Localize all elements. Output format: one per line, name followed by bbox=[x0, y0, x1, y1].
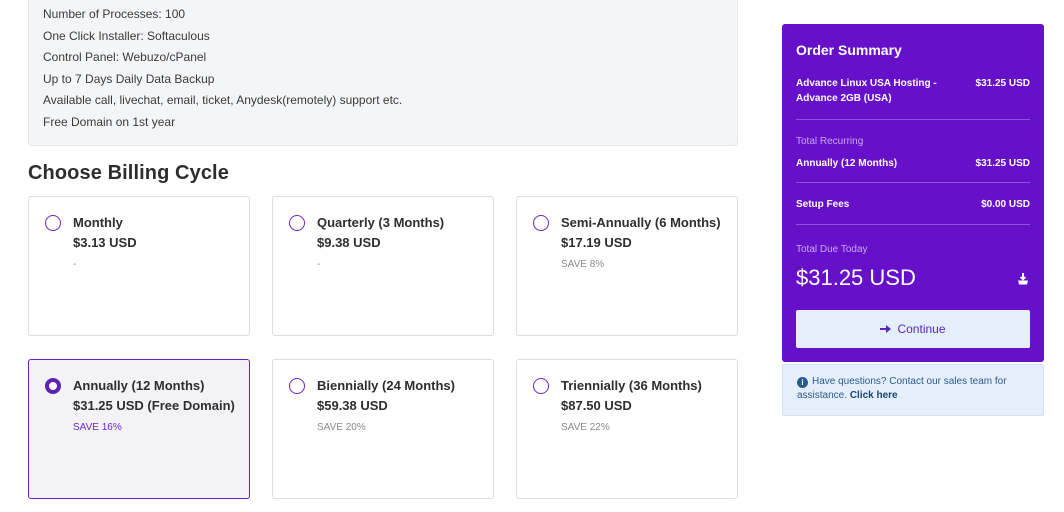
billing-option-price: $3.13 USD bbox=[73, 235, 137, 250]
summary-setup-price: $0.00 USD bbox=[981, 199, 1030, 210]
billing-option-name: Semi-Annually (6 Months) bbox=[561, 215, 721, 230]
help-text: Have questions? Contact our sales team f… bbox=[797, 376, 1007, 401]
summary-due-label: Total Due Today bbox=[796, 244, 868, 255]
billing-option-save: SAVE 16% bbox=[73, 422, 122, 433]
billing-option-name: Quarterly (3 Months) bbox=[317, 215, 445, 230]
help-link[interactable]: Click here bbox=[850, 390, 898, 401]
billing-cycle-title: Choose Billing Cycle bbox=[28, 162, 229, 184]
order-summary-title: Order Summary bbox=[796, 42, 902, 58]
billing-option-price: $87.50 USD bbox=[561, 398, 632, 413]
feature-line: Available call, livechat, email, ticket,… bbox=[43, 93, 403, 107]
order-summary-panel: Order Summary Advance Linux USA Hosting … bbox=[782, 24, 1044, 362]
feature-line: One Click Installer: Softaculous bbox=[43, 28, 210, 43]
summary-due-amount: $31.25 USD bbox=[796, 265, 916, 290]
radio-button[interactable] bbox=[45, 215, 61, 231]
billing-option-price: $59.38 USD bbox=[317, 398, 388, 413]
continue-button[interactable]: Continue bbox=[796, 310, 1030, 348]
billing-option-price: $31.25 USD (Free Domain) bbox=[73, 398, 235, 413]
summary-divider bbox=[796, 119, 1030, 120]
billing-option-name: Monthly bbox=[73, 215, 123, 230]
summary-product-name: Advance Linux USA Hosting - Advance 2GB … bbox=[796, 78, 937, 104]
billing-option-price: $17.19 USD bbox=[561, 235, 632, 250]
radio-button[interactable] bbox=[533, 378, 549, 394]
billing-option-save: SAVE 22% bbox=[561, 422, 610, 433]
billing-option-save: - bbox=[73, 259, 77, 270]
summary-setup-label: Setup Fees bbox=[796, 199, 850, 210]
billing-option-save: SAVE 8% bbox=[561, 259, 605, 270]
continue-button-label: Continue bbox=[897, 322, 946, 336]
sales-help-box: i Have questions? Contact our sales team … bbox=[782, 364, 1044, 416]
billing-option-biennially[interactable]: Biennially (24 Months) $59.38 USD SAVE 2… bbox=[272, 359, 494, 499]
summary-product-price: $31.25 USD bbox=[975, 78, 1030, 89]
radio-button[interactable] bbox=[289, 215, 305, 231]
billing-option-name: Annually (12 Months) bbox=[73, 378, 205, 393]
billing-option-annually[interactable]: Annually (12 Months) $31.25 USD (Free Do… bbox=[28, 359, 250, 499]
billing-option-semi-annually[interactable]: Semi-Annually (6 Months) $17.19 USD SAVE… bbox=[516, 196, 738, 336]
feature-line: Control Panel: Webuzo/cPanel bbox=[43, 50, 207, 64]
billing-option-monthly[interactable]: Monthly $3.13 USD - bbox=[28, 196, 250, 336]
billing-option-save: SAVE 20% bbox=[317, 422, 366, 433]
summary-recurring-cycle: Annually (12 Months) bbox=[796, 158, 898, 169]
billing-option-name: Biennially (24 Months) bbox=[317, 378, 455, 393]
radio-button-selected[interactable] bbox=[45, 378, 61, 394]
summary-recurring-price: $31.25 USD bbox=[975, 158, 1030, 169]
billing-option-quarterly[interactable]: Quarterly (3 Months) $9.38 USD - bbox=[272, 196, 494, 336]
feature-line: Number of Processes: 100 bbox=[43, 7, 186, 21]
summary-recurring-label: Total Recurring bbox=[796, 136, 864, 147]
feature-line: Up to 7 Days Daily Data Backup bbox=[43, 71, 215, 86]
info-icon: i bbox=[797, 377, 808, 388]
billing-option-name: Triennially (36 Months) bbox=[561, 378, 702, 393]
billing-option-price: $9.38 USD bbox=[317, 235, 381, 250]
download-icon[interactable] bbox=[1016, 272, 1030, 286]
summary-divider bbox=[796, 224, 1030, 225]
radio-button[interactable] bbox=[533, 215, 549, 231]
billing-option-save: - bbox=[317, 259, 321, 270]
billing-option-triennially[interactable]: Triennially (36 Months) $87.50 USD SAVE … bbox=[516, 359, 738, 499]
summary-divider bbox=[796, 182, 1030, 183]
radio-button[interactable] bbox=[289, 378, 305, 394]
arrow-right-icon bbox=[880, 325, 892, 333]
plan-features-box: Number of Processes: 100 One Click Insta… bbox=[28, 0, 738, 146]
feature-line: Free Domain on 1st year bbox=[43, 114, 176, 129]
